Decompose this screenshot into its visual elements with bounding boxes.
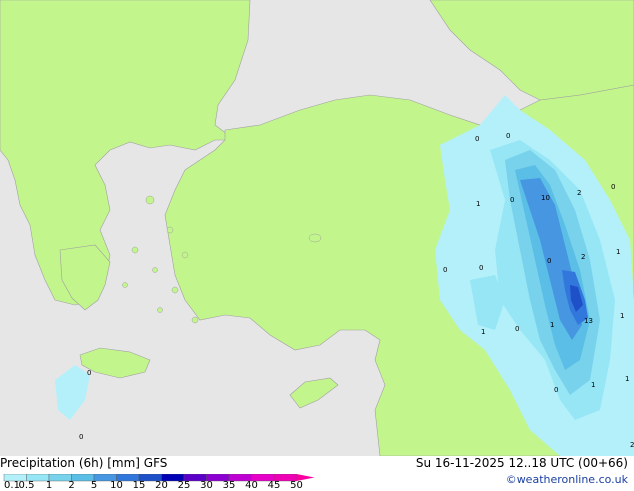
map-label: 1 — [550, 321, 554, 329]
map-canvas: 0 0 1 0 10 2 0 2 1 0 0 0 1 0 1 13 1 1 0 … — [0, 0, 634, 456]
map-label: 2 — [577, 189, 581, 197]
colorbar-tick-label: 20 — [155, 480, 168, 491]
map-label: 1 — [481, 328, 485, 336]
map-label: 0 — [547, 257, 551, 265]
colorbar-tick-label: 10 — [110, 480, 123, 491]
chart-title: Precipitation (6h) [mm] GFS — [0, 456, 168, 470]
precipitation-map: 0 0 1 0 10 2 0 2 1 0 0 0 1 0 1 13 1 1 0 … — [0, 0, 634, 456]
map-label: 0 — [611, 183, 615, 191]
map-label: 0 — [443, 266, 447, 274]
colorbar-tick-label: 5 — [90, 480, 98, 491]
map-label: 0 — [79, 433, 83, 441]
colorbar-tick-label: 45 — [267, 480, 281, 491]
valid-time: Su 16-11-2025 12..18 UTC (00+66) — [415, 456, 628, 470]
colorbar-tick-label: 40 — [245, 480, 258, 491]
colorbar-tick-label: 15 — [132, 480, 146, 491]
map-label: 0 — [479, 264, 483, 272]
map-label: 0 — [87, 369, 91, 377]
map-label: 0 — [475, 135, 479, 143]
colorbar-tick-label: 50 — [290, 480, 303, 491]
map-label: 2 — [581, 253, 585, 261]
footer-bar: Precipitation (6h) [mm] GFS Su 16-11-202… — [0, 456, 634, 491]
map-label: 0 — [506, 132, 510, 140]
map-label: 1 — [616, 248, 620, 256]
colorbar-tick-label: 1 — [45, 480, 53, 491]
colorbar-tick-label: 2 — [68, 480, 75, 491]
colorbar-tick-label: 25 — [177, 480, 191, 491]
map-label: 0 — [515, 325, 519, 333]
map-label: 13 — [584, 317, 593, 325]
colorbar-tick-label: 0.5 — [18, 480, 35, 491]
map-label: 10 — [541, 194, 550, 202]
map-label: 0 — [554, 386, 558, 394]
map-label: 1 — [476, 200, 480, 208]
colorbar-tick-label: 30 — [200, 480, 213, 491]
map-label: 1 — [620, 312, 624, 320]
map-label: 0 — [510, 196, 514, 204]
colorbar-tick-label: 35 — [222, 480, 236, 491]
map-label: 2 — [630, 441, 634, 449]
map-label: 1 — [591, 381, 595, 389]
credit-link[interactable]: ©weatheronline.co.uk — [506, 473, 628, 486]
map-label: 1 — [625, 375, 629, 383]
